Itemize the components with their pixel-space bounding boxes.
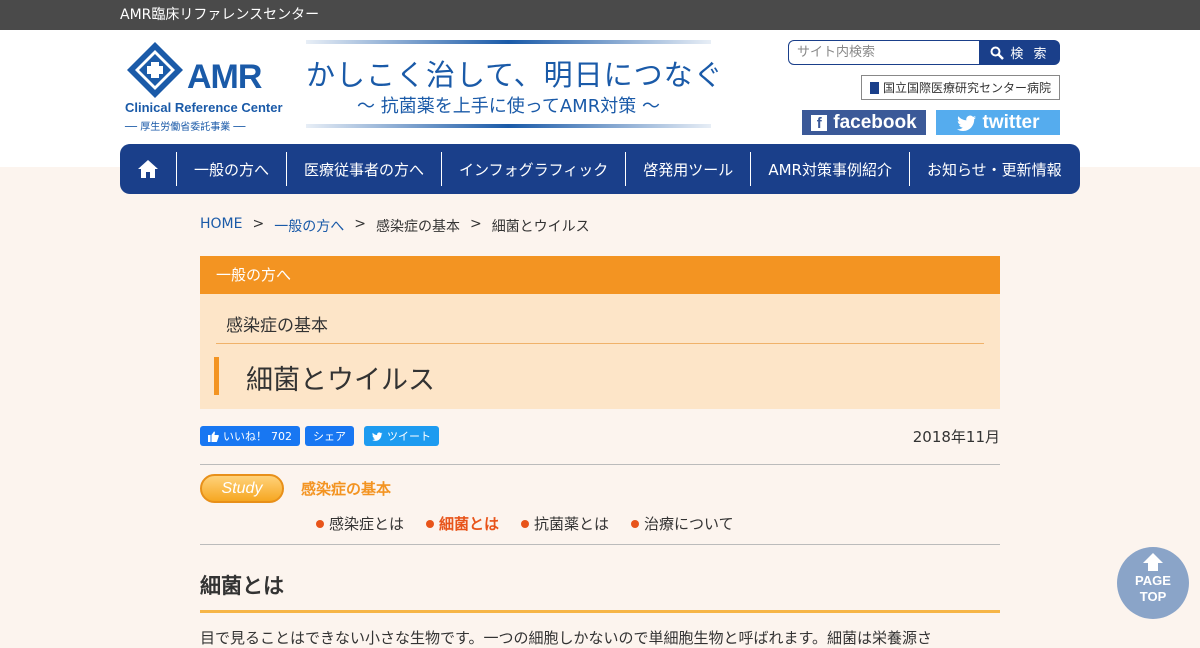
logo-wordmark: AMR: [187, 58, 262, 96]
arrow-up-icon: [1143, 553, 1163, 563]
tagline-line-top: [306, 40, 711, 44]
section-heading: 細菌とは: [200, 570, 1000, 613]
study-link-label: 細菌とは: [439, 515, 500, 533]
top-bar: AMR臨床リファレンスセンター: [0, 0, 1200, 30]
page-top-line2: TOP: [1139, 589, 1167, 604]
study-link-label: 抗菌薬とは: [534, 515, 610, 533]
tagline-main: かしこく治して、明日につなぐ: [306, 58, 724, 92]
title-accent: [214, 357, 219, 395]
twitter-button[interactable]: twitter: [936, 110, 1060, 135]
bullet-icon: [426, 520, 435, 528]
search-input[interactable]: [788, 40, 980, 65]
tagline-banner: かしこく治して、明日につなぐ ～ 抗菌薬を上手に使ってAMR対策 ～: [306, 40, 723, 132]
site-title: AMR臨床リファレンスセンター: [120, 7, 320, 23]
facebook-button[interactable]: f facebook: [802, 110, 926, 135]
study-link-antibiotics[interactable]: 抗菌薬とは: [521, 513, 609, 534]
study-badge: Study: [200, 474, 284, 503]
twitter-label: twitter: [982, 111, 1040, 133]
tagline-sub: ～ 抗菌薬を上手に使ってAMR対策 ～: [357, 96, 660, 117]
nav-item-infographic[interactable]: インフォグラフィック: [441, 152, 625, 186]
breadcrumb-home[interactable]: HOME: [200, 216, 242, 236]
twitter-small-icon: [372, 431, 383, 441]
breadcrumb-sep: >: [252, 216, 265, 232]
study-link-treatment[interactable]: 治療について: [631, 513, 734, 534]
bullet-icon: [316, 520, 324, 528]
study-link-label: 治療について: [644, 515, 734, 533]
sns-links: f facebook twitter: [802, 110, 1060, 135]
study-links: 感染症とは 細菌とは 抗菌薬とは 治療について: [316, 513, 734, 534]
breadcrumb-basics: 感染症の基本: [375, 219, 460, 235]
search-button-label: 検 索: [1010, 47, 1050, 62]
tweet-label: ツイート: [387, 430, 431, 443]
nav-item-tools[interactable]: 啓発用ツール: [625, 152, 750, 186]
breadcrumb: HOME > 一般の方へ > 感染症の基本 > 細菌とウイルス: [200, 216, 1000, 236]
study-link-label: 感染症とは: [329, 515, 405, 533]
share-button[interactable]: シェア: [305, 426, 354, 446]
divider: [200, 544, 1000, 545]
like-button[interactable]: いいね！ 702: [200, 426, 300, 446]
body-text: 目で見ることはできない小さな生物です。一つの細胞しかないので単細胞生物と呼ばれま…: [200, 629, 933, 647]
section-label: 感染症の基本: [226, 316, 328, 336]
thumbs-up-icon: [208, 431, 219, 442]
nav-item-news[interactable]: お知らせ・更新情報: [908, 152, 1079, 186]
publish-date: 2018年11月: [912, 428, 1000, 446]
breadcrumb-current: 細菌とウイルス: [491, 219, 590, 235]
tweet-button[interactable]: ツイート: [364, 426, 439, 446]
twitter-bird-icon: [956, 115, 976, 131]
nav-item-cases[interactable]: AMR対策事例紹介: [750, 152, 909, 186]
page-top-line1: PAGE: [1135, 573, 1171, 588]
like-count: 702: [271, 429, 292, 443]
arrow-up-shaft: [1148, 563, 1158, 571]
page-title: 細菌とウイルス: [246, 365, 435, 396]
title-box: 感染症の基本 細菌とウイルス: [200, 294, 1000, 409]
study-link-bacteria[interactable]: 細菌とは: [426, 513, 499, 534]
logo-subtitle: Clinical Reference Center: [125, 100, 283, 115]
breadcrumb-general[interactable]: 一般の方へ: [274, 216, 344, 236]
search-button[interactable]: 検 索: [980, 40, 1060, 65]
ncgm-label: 国立国際医療研究センター病院: [882, 81, 1051, 95]
logo-diamond-icon: [127, 42, 183, 98]
study-nav: Study 感染症の基本 感染症とは 細菌とは 抗菌薬とは 治療について: [200, 474, 1000, 544]
like-label: いいね！: [223, 430, 267, 443]
category-bar: 一般の方へ: [200, 256, 1000, 294]
breadcrumb-sep: >: [354, 216, 366, 232]
ncgm-link[interactable]: 国立国際医療研究センター病院: [860, 75, 1060, 100]
nav-item-medical[interactable]: 医療従事者の方へ: [286, 152, 441, 186]
search-icon: [990, 46, 1005, 60]
logo-ministry: ── 厚生労働省委託事業 ──: [125, 122, 246, 133]
study-link-infection[interactable]: 感染症とは: [316, 513, 404, 534]
bullet-icon: [631, 520, 640, 528]
study-label: 感染症の基本: [301, 480, 392, 498]
title-divider: [216, 343, 984, 344]
social-buttons: いいね！ 702 シェア ツイート 2018年11月: [200, 426, 1000, 446]
nav-item-general[interactable]: 一般の方へ: [176, 152, 286, 186]
divider: [200, 464, 1000, 465]
building-icon: [869, 81, 879, 94]
home-icon: [138, 160, 158, 178]
facebook-icon: f: [811, 114, 828, 131]
search-form: 検 索: [788, 40, 1060, 65]
nav-home[interactable]: [120, 159, 176, 179]
page-top-button[interactable]: PAGE TOP: [1117, 547, 1189, 619]
bullet-icon: [521, 520, 530, 528]
facebook-label: facebook: [833, 111, 917, 133]
tagline-line-bottom: [306, 124, 711, 128]
amr-logo[interactable]: AMR Clinical Reference Center ── 厚生労働省委託…: [125, 40, 283, 133]
main-content: HOME > 一般の方へ > 感染症の基本 > 細菌とウイルス 一般の方へ 感染…: [200, 194, 1000, 648]
main-nav: 一般の方へ 医療従事者の方へ インフォグラフィック 啓発用ツール AMR対策事例…: [120, 144, 1080, 194]
breadcrumb-sep: >: [469, 216, 482, 232]
